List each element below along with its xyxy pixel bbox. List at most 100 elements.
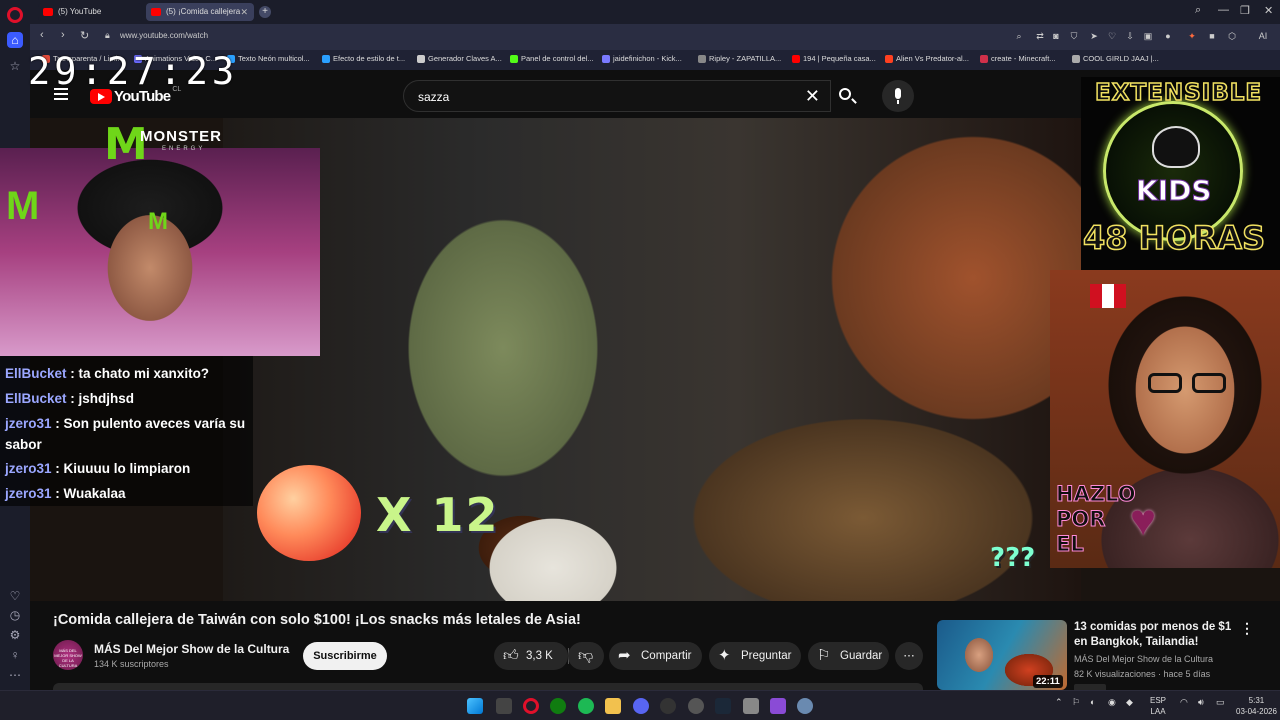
bookmark-item[interactable]: 194 | Pequeña casa... (792, 54, 876, 63)
peach-sticker (257, 465, 361, 561)
hours-label: 48 HORAS (1082, 218, 1266, 258)
bookmark-icon[interactable]: ☆ (7, 58, 23, 74)
chat-message: EllBucket : jshdjhsd (5, 391, 135, 406)
channel-name[interactable]: MÁS Del Mejor Show de la Cultura (94, 642, 289, 656)
like-button[interactable]: 👍︎ 3,3 K (494, 642, 568, 670)
bookmark-item[interactable]: Texto Neón multicol... (227, 54, 310, 63)
reload-icon[interactable]: ↻ (80, 29, 89, 42)
chat-message: jzero31 : Kiuuuu lo limpiaron (5, 461, 191, 476)
chat-text: ta chato mi xanxito? (78, 366, 210, 381)
more-icon[interactable]: ⋯ (7, 667, 23, 683)
description-box[interactable] (53, 683, 923, 690)
settings-icon[interactable] (797, 698, 813, 714)
steam-icon[interactable] (715, 698, 731, 714)
bookmark-item[interactable]: Efecto de estilo de t... (322, 54, 405, 63)
close-tab-icon[interactable]: ✕ (240, 3, 248, 21)
lock-icon[interactable]: 🔒︎ (105, 30, 110, 41)
bookmark-item[interactable]: COOL GIRLD JAAJ |... (1072, 54, 1159, 63)
app-icon[interactable] (688, 698, 704, 714)
folder-icon[interactable] (605, 698, 621, 714)
forward-icon[interactable]: › (61, 29, 65, 41)
new-tab-button[interactable]: + (259, 6, 271, 18)
thumbs-down-icon: 👎︎ (578, 647, 594, 664)
search-box[interactable]: sazza ✕ (403, 80, 831, 112)
notepad-icon[interactable] (743, 698, 759, 714)
tips-icon[interactable]: ♀ (7, 647, 23, 663)
youtube-favicon-icon (43, 8, 53, 16)
bookmark-item[interactable]: Panel de control del... (510, 54, 594, 63)
snapshot-icon[interactable]: ▣ (1142, 30, 1154, 42)
tab-youtube[interactable]: (5) YouTube (38, 3, 142, 21)
extensible-title: EXTENSIBLE (1094, 79, 1263, 107)
settings-icon[interactable]: ⚙ (7, 627, 23, 643)
chat-message: jzero31 : Wuakalaa (5, 486, 126, 501)
share-button[interactable]: ➦ Compartir (609, 642, 702, 670)
obs-icon[interactable] (660, 698, 676, 714)
camera-icon[interactable]: ◙ (1050, 30, 1062, 42)
task-view-icon[interactable] (496, 698, 512, 714)
xbox-icon[interactable] (550, 698, 566, 714)
zoom-icon[interactable]: ⌕ (1013, 30, 1025, 42)
aria-ai-icon[interactable]: AI (1252, 30, 1274, 42)
recommended-title[interactable]: 13 comidas por menos de $1 en Bangkok, T… (1074, 620, 1239, 650)
volume-icon[interactable]: 🔊︎ (1198, 697, 1204, 708)
bookmark-item[interactable]: Ripley - ZAPATILLA... (698, 54, 781, 63)
dislike-button[interactable]: 👎︎ (568, 642, 604, 670)
tray-icon[interactable]: ◉ (1108, 697, 1116, 708)
extension-icon[interactable]: ■ (1206, 30, 1218, 42)
extension-icon[interactable]: ✦ (1186, 30, 1198, 42)
save-button[interactable]: ⚐ Guardar (808, 642, 889, 670)
search-button[interactable] (831, 80, 863, 112)
bookmark-item[interactable]: Generador Claves A... (417, 54, 502, 63)
discord-icon[interactable] (633, 698, 649, 714)
favorite-icon[interactable]: ♡ (1106, 30, 1118, 42)
shield-icon[interactable]: ⛉ (1068, 30, 1080, 42)
recommended-channel[interactable]: MÁS Del Mejor Show de la Cultura (1074, 654, 1213, 664)
system-clock[interactable]: 5:31 03-04-2026 (1236, 695, 1277, 717)
caption-line: POR (1056, 507, 1106, 532)
channel-avatar[interactable]: MÁS DEL MEJOR SHOW DE LA CULTURA (53, 640, 83, 670)
download-icon[interactable]: ⇩ (1124, 30, 1136, 42)
minimize-button[interactable]: — (1218, 4, 1229, 16)
wifi-icon[interactable]: ◠ (1180, 697, 1188, 708)
search-input[interactable]: sazza (418, 90, 449, 104)
back-icon[interactable]: ‹ (40, 29, 44, 41)
translate-icon[interactable]: ⇄ (1034, 30, 1046, 42)
search-tabs-icon[interactable]: ⌕ (1195, 4, 1201, 17)
spotify-icon[interactable] (578, 698, 594, 714)
mic-icon[interactable] (882, 80, 914, 112)
extensions-icon[interactable]: ⬡ (1226, 30, 1238, 42)
monster-cap-icon: M (148, 208, 168, 235)
bookmark-item[interactable]: create - Minecraft... (980, 54, 1056, 63)
subscribe-button[interactable]: Suscribirme (303, 642, 387, 670)
send-icon[interactable]: ➤ (1088, 30, 1100, 42)
windows-start-icon[interactable] (467, 698, 483, 714)
tab-video[interactable]: (5) ¡Comida callejera ✕ (146, 3, 254, 21)
kebab-menu-icon[interactable]: ⋮ (1240, 620, 1254, 637)
tray-icon[interactable]: ⚐ (1072, 697, 1080, 708)
bookmark-item[interactable]: jaidefinichon - Kick... (602, 54, 682, 63)
close-icon[interactable]: ✕ (805, 86, 820, 107)
language-indicator[interactable]: ESP LAA (1150, 695, 1166, 717)
url-field[interactable]: www.youtube.com/watch (120, 31, 208, 40)
history-icon[interactable]: ◷ (7, 607, 23, 623)
maximize-button[interactable]: ❐ (1240, 4, 1250, 17)
opera-icon[interactable] (523, 698, 539, 714)
windows-taskbar: ⌃ ⚐ ◐ ◉ ◆ ESP LAA ◠ 🔊︎ ▭ 5:31 03-04-2026 (0, 690, 1280, 720)
monster-energy-logo: M MONSTER ENERGY (104, 120, 224, 176)
ask-button[interactable]: ✦ Preguntar (709, 642, 801, 670)
app-icon[interactable] (770, 698, 786, 714)
battery-icon[interactable]: ▭ (1216, 697, 1225, 708)
close-window-button[interactable]: ✕ (1264, 4, 1273, 17)
profile-icon[interactable]: ● (1162, 30, 1174, 42)
tray-icon[interactable]: ◆ (1126, 697, 1133, 708)
bookmark-item[interactable]: Alien Vs Predator-al... (885, 54, 969, 63)
bookmark-icon: ⚐ (817, 647, 831, 664)
more-actions-button[interactable]: ⋯ (895, 642, 923, 670)
tray-icon[interactable]: ◐ (1090, 697, 1095, 707)
opera-logo-icon[interactable] (7, 7, 23, 23)
recommended-meta: 82 K visualizaciones · hace 5 días (1074, 669, 1211, 679)
home-icon[interactable]: ⌂ (7, 32, 23, 48)
heart-icon[interactable]: ♡ (7, 588, 23, 604)
chevron-up-icon[interactable]: ⌃ (1055, 697, 1063, 708)
